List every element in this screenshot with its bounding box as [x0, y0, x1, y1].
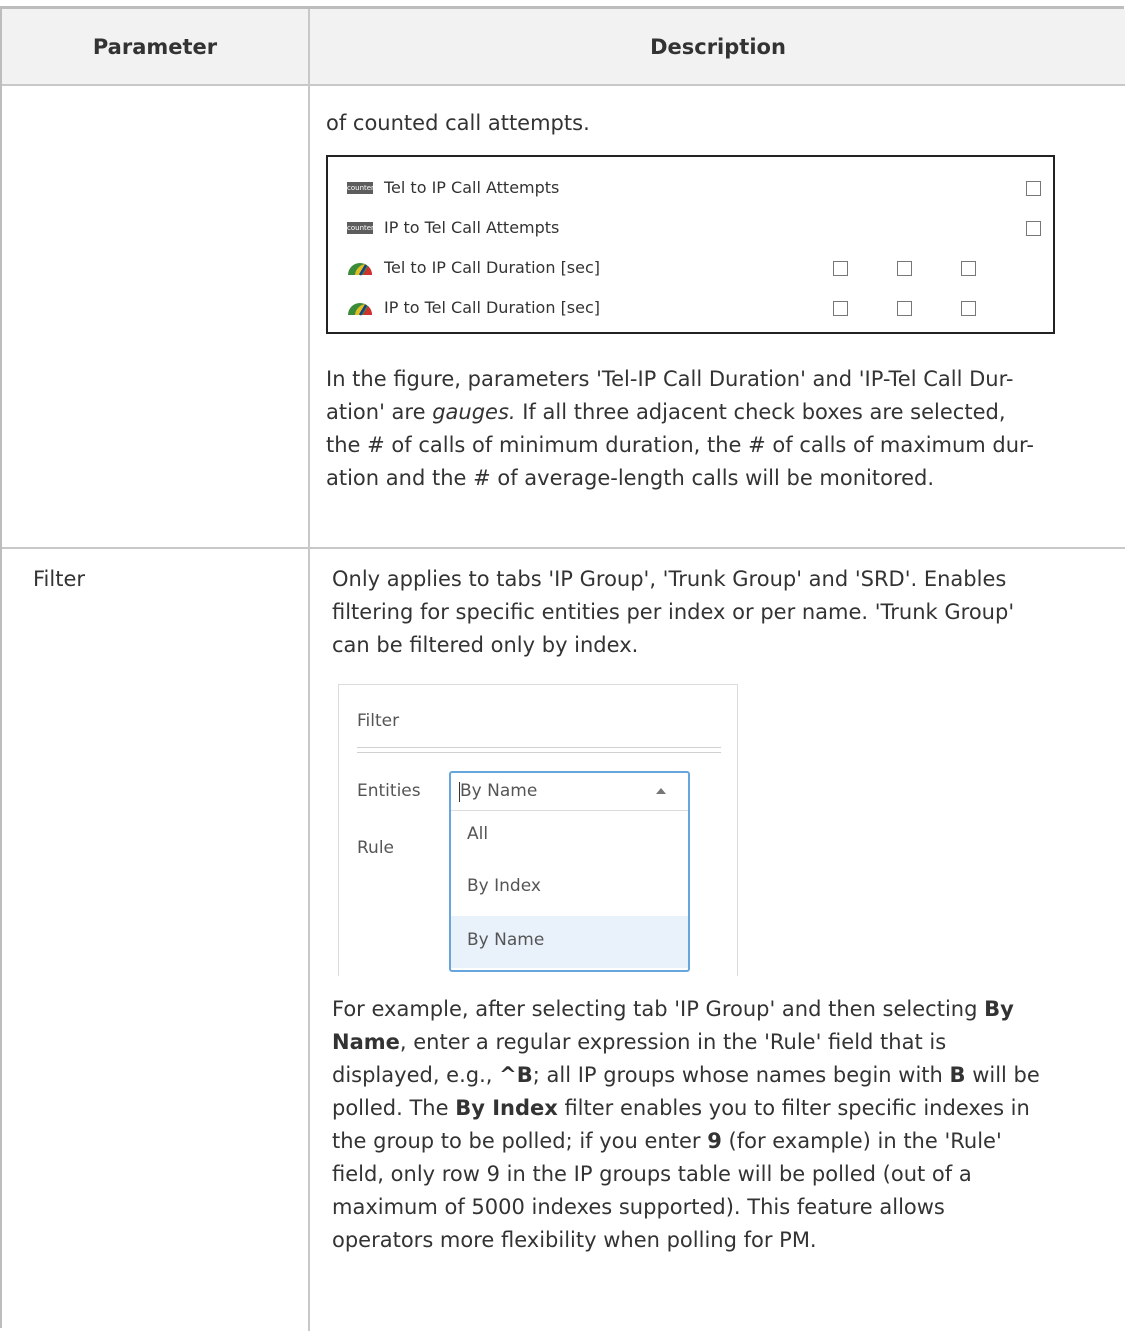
param-filter: Filter: [33, 567, 86, 591]
header-description: Description: [650, 34, 786, 59]
para-line: In the figure, parameters 'Tel-IP Call D…: [326, 367, 1014, 391]
gauge-row: IP to Tel Call Duration [sec]: [328, 297, 1053, 319]
checkbox-min[interactable]: [833, 301, 848, 316]
example-line: field, only row 9 in the IP groups table…: [332, 1162, 972, 1186]
counter-label: IP to Tel Call Attempts: [384, 218, 560, 237]
intro-line: can be filtered only by index.: [332, 633, 639, 657]
chevron-up-icon[interactable]: [655, 787, 667, 795]
example-line: Name, enter a regular expression in the …: [332, 1030, 947, 1054]
gauge-row: Tel to IP Call Duration [sec]: [328, 257, 1053, 279]
checkbox[interactable]: [1026, 221, 1041, 236]
intro-line: filtering for specific entities per inde…: [332, 600, 1015, 624]
example-line: displayed, e.g., ^B; all IP groups whose…: [332, 1063, 1040, 1087]
counter-row: counter IP to Tel Call Attempts: [328, 217, 1053, 239]
entities-dropdown[interactable]: By Name All By Index By Name: [449, 771, 690, 972]
gauge-icon: [348, 263, 373, 276]
selected-value: By Name: [460, 781, 538, 801]
filter-intro: Only applies to tabs 'IP Group', 'Trunk …: [332, 563, 1112, 662]
rule-label: Rule: [357, 838, 395, 858]
row1-lead-text: of counted call attempts.: [326, 111, 590, 135]
para-line: ation and the # of average-length calls …: [326, 466, 935, 490]
gauge-label: Tel to IP Call Duration [sec]: [384, 258, 601, 277]
checkbox-avg[interactable]: [961, 301, 976, 316]
checkbox-min[interactable]: [833, 261, 848, 276]
dropdown-option[interactable]: By Index: [451, 862, 688, 914]
example-line: operators more flexibility when polling …: [332, 1228, 817, 1252]
counter-label: Tel to IP Call Attempts: [384, 178, 560, 197]
checkbox[interactable]: [1026, 181, 1041, 196]
filter-title: Filter: [357, 711, 400, 731]
para-line: ation' are gauges. If all three adjacent…: [326, 400, 1006, 424]
column-divider: [308, 9, 310, 1331]
gauge-label: IP to Tel Call Duration [sec]: [384, 298, 601, 317]
row1-paragraph: In the figure, parameters 'Tel-IP Call D…: [326, 363, 1106, 495]
dropdown-selected[interactable]: By Name: [451, 773, 688, 811]
counter-icon: counter: [347, 182, 374, 194]
counter-icon: counter: [347, 222, 374, 234]
dropdown-option[interactable]: All: [451, 810, 688, 862]
example-line: polled. The By Index filter enables you …: [332, 1096, 1030, 1120]
header-parameter: Parameter: [92, 34, 218, 59]
counter-row: counter Tel to IP Call Attempts: [328, 177, 1053, 199]
checkbox-avg[interactable]: [961, 261, 976, 276]
row-divider: [2, 547, 1125, 549]
example-line: For example, after selecting tab 'IP Gro…: [332, 997, 1014, 1021]
divider: [357, 747, 721, 753]
table-header: Parameter Description: [2, 9, 1125, 86]
intro-line: Only applies to tabs 'IP Group', 'Trunk …: [332, 567, 1007, 591]
example-line: the group to be polled; if you enter 9 (…: [332, 1129, 1002, 1153]
example-line: maximum of 5000 indexes supported). This…: [332, 1195, 945, 1219]
filter-example: For example, after selecting tab 'IP Gro…: [332, 993, 1112, 1257]
entities-label: Entities: [357, 781, 421, 801]
document-page: Parameter Description of counted call at…: [0, 0, 1125, 1331]
checkbox-max[interactable]: [897, 301, 912, 316]
para-line: the # of calls of minimum duration, the …: [326, 433, 1034, 457]
counters-figure: counter Tel to IP Call Attempts counter …: [326, 155, 1055, 334]
checkbox-max[interactable]: [897, 261, 912, 276]
gauge-icon: [348, 303, 373, 316]
dropdown-option-highlighted[interactable]: By Name: [451, 916, 688, 968]
filter-figure: Filter Entities Rule By Name All By Inde…: [338, 684, 738, 976]
